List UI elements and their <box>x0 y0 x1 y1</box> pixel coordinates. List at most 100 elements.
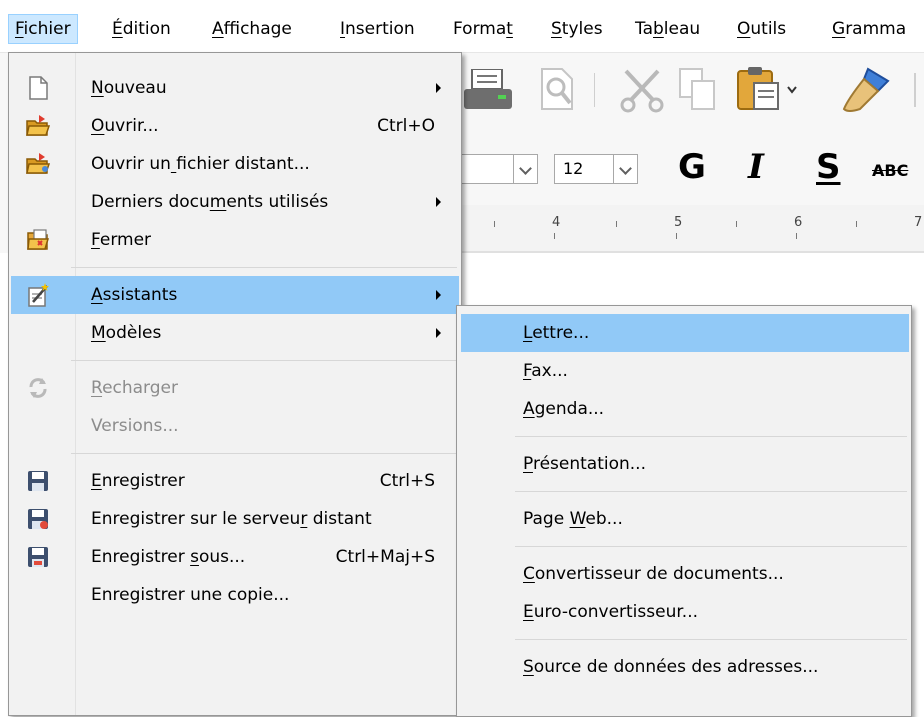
copy-icon[interactable] <box>678 67 718 113</box>
clone-formatting-icon[interactable] <box>838 65 898 115</box>
menu-item-enregistrer-sous[interactable]: Enregistrer sous... Ctrl+Maj+S <box>11 538 459 576</box>
menu-outils[interactable]: Outils <box>731 14 792 44</box>
menu-item-enregistrer-sur-le-serveur-distant[interactable]: Enregistrer sur le serveur distant <box>11 500 459 538</box>
menu-styles[interactable]: Styles <box>545 14 609 44</box>
menu-item-label: Agenda... <box>523 399 605 419</box>
menu-item-label: Recharger <box>91 378 178 398</box>
italic-button[interactable]: I <box>748 147 764 187</box>
shortcut-label: Ctrl+O <box>377 116 435 136</box>
file-menu: Nouveau Ouvrir... Ctrl+O Ouvrir un fichier … <box>8 52 462 716</box>
menu-item-label: Ouvrir... <box>91 116 159 136</box>
ruler-number: 7 <box>914 215 923 230</box>
submenu-item-fax[interactable]: Fax... <box>461 352 909 390</box>
close-document-icon <box>27 229 50 250</box>
submenu-item-lettre[interactable]: Lettre... <box>461 314 909 352</box>
submenu-arrow-icon <box>436 83 441 93</box>
cut-icon[interactable] <box>618 67 666 113</box>
underline-button[interactable]: S <box>816 147 841 187</box>
print-preview-icon[interactable] <box>536 67 578 111</box>
shortcut-label: Ctrl+S <box>379 471 435 491</box>
menu-item-label: Enregistrer <box>91 471 185 491</box>
menu-item-nouveau[interactable]: Nouveau <box>11 69 459 107</box>
strikethrough-button[interactable]: ABC <box>872 161 908 180</box>
menu-item-label: Assistants <box>91 285 178 305</box>
menu-separator <box>71 453 457 454</box>
ruler-number: 4 <box>552 215 561 230</box>
menu-item-label: Fermer <box>91 230 152 250</box>
chevron-down-icon[interactable] <box>786 85 798 95</box>
font-size-value: 12 <box>563 159 584 178</box>
menu-item-fermer[interactable]: Fermer <box>11 221 459 259</box>
new-document-icon <box>29 76 48 100</box>
menu-item-label: Lettre... <box>523 323 590 343</box>
menu-separator <box>515 491 907 492</box>
chevron-down-icon[interactable] <box>613 155 637 183</box>
ruler: 4 5 6 7 <box>460 205 924 253</box>
menu-item-label: Source de données des adresses... <box>523 657 819 677</box>
menu-edition[interactable]: Édition <box>106 14 177 44</box>
shortcut-label: Ctrl+Maj+S <box>335 547 435 567</box>
menu-separator <box>515 639 907 640</box>
menu-separator <box>71 360 457 361</box>
menu-affichage[interactable]: Affichage <box>206 14 298 44</box>
menu-item-label: Versions... <box>91 416 179 436</box>
submenu-item-presentation[interactable]: Présentation... <box>461 445 909 483</box>
menu-item-label: Page Web... <box>523 509 623 529</box>
save-icon <box>28 471 48 491</box>
ruler-tick <box>736 221 737 227</box>
open-remote-folder-icon <box>26 153 51 174</box>
submenu-item-euro-convertisseur[interactable]: Euro-convertisseur... <box>461 593 909 631</box>
toolbar-divider <box>914 73 916 107</box>
menu-item-label: Enregistrer une copie... <box>91 585 290 605</box>
toolbar-divider <box>594 73 595 107</box>
save-remote-icon <box>28 509 48 529</box>
submenu-item-convertisseur-de-documents[interactable]: Convertisseur de documents... <box>461 555 909 593</box>
menu-item-label: Nouveau <box>91 78 167 98</box>
paste-icon[interactable] <box>734 65 784 113</box>
menu-item-label: Modèles <box>91 323 162 343</box>
menu-item-ouvrir[interactable]: Ouvrir... Ctrl+O <box>11 107 459 145</box>
wizards-submenu: Lettre... Fax... Agenda... Présentation... P… <box>456 305 912 717</box>
bold-button[interactable]: G <box>678 147 706 187</box>
menu-item-label: Fax... <box>523 361 568 381</box>
menu-separator <box>515 436 907 437</box>
menu-item-label: Enregistrer sur le serveur distant <box>91 509 372 529</box>
ruler-tick <box>616 221 617 227</box>
menu-insertion[interactable]: Insertion <box>334 14 421 44</box>
submenu-item-agenda[interactable]: Agenda... <box>461 390 909 428</box>
menu-item-enregistrer-une-copie[interactable]: Enregistrer une copie... <box>11 576 459 614</box>
menu-item-label: Enregistrer sous... <box>91 547 246 567</box>
menu-item-versions[interactable]: Versions... <box>11 407 459 445</box>
submenu-arrow-icon <box>436 328 441 338</box>
wizard-icon <box>28 283 49 307</box>
print-icon[interactable] <box>462 69 518 113</box>
submenu-arrow-icon <box>436 197 441 207</box>
menu-item-recharger[interactable]: Recharger <box>11 369 459 407</box>
menu-item-label: Euro-convertisseur... <box>523 602 698 622</box>
reload-icon <box>29 378 47 398</box>
submenu-item-source-de-donnees-des-adresses[interactable]: Source de données des adresses... <box>461 648 909 686</box>
ruler-number: 5 <box>674 215 683 230</box>
menu-item-label: Présentation... <box>523 454 646 474</box>
menu-gramma[interactable]: Gramma <box>826 14 912 44</box>
chevron-down-icon[interactable] <box>513 155 537 183</box>
open-folder-icon <box>26 115 51 136</box>
submenu-item-page-web[interactable]: Page Web... <box>461 500 909 538</box>
ruler-tick <box>796 233 797 239</box>
menu-item-derniers-documents-utilises[interactable]: Derniers documents utilisés <box>11 183 459 221</box>
ruler-tick <box>554 233 555 239</box>
menu-item-modeles[interactable]: Modèles <box>11 314 459 352</box>
menu-format[interactable]: Format <box>447 14 519 44</box>
font-name-select[interactable] <box>460 154 538 184</box>
menu-item-assistants[interactable]: Assistants <box>11 276 459 314</box>
menu-item-enregistrer[interactable]: Enregistrer Ctrl+S <box>11 462 459 500</box>
menu-item-ouvrir-un-fichier-distant[interactable]: Ouvrir un fichier distant... <box>11 145 459 183</box>
ruler-tick <box>856 221 857 227</box>
menu-item-label: Ouvrir un fichier distant... <box>91 154 310 174</box>
font-size-select[interactable]: 12 <box>554 154 638 184</box>
menu-item-label: Convertisseur de documents... <box>523 564 784 584</box>
menu-tableau[interactable]: Tableau <box>629 14 706 44</box>
menu-separator <box>515 546 907 547</box>
menu-fichier[interactable]: Fichier <box>8 14 78 44</box>
submenu-arrow-icon <box>436 290 441 300</box>
